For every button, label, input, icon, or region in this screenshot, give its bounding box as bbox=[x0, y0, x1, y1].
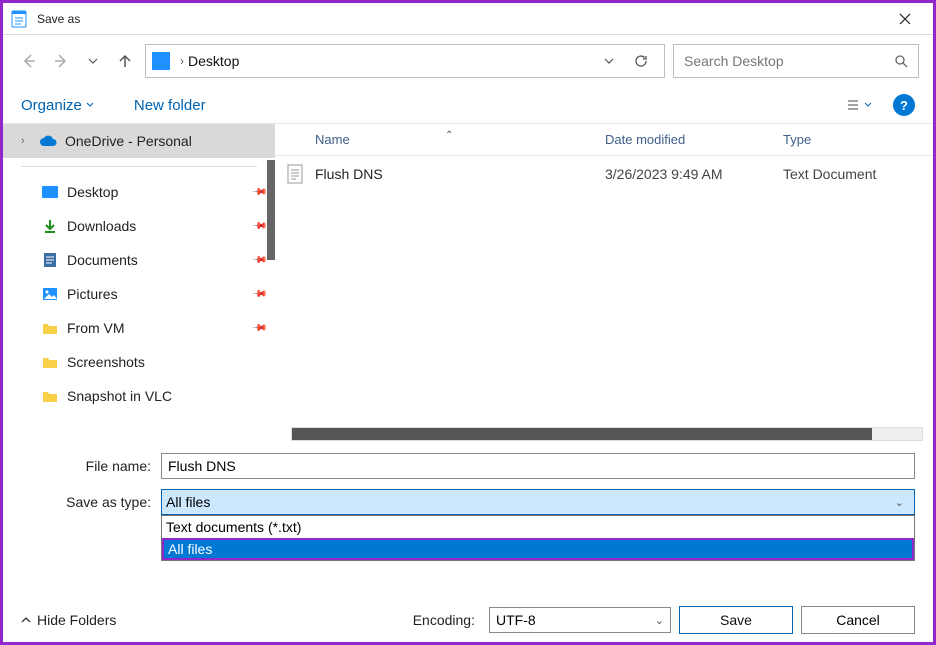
sidebar-item-label: OneDrive - Personal bbox=[65, 133, 192, 149]
sidebar-item-label: Documents bbox=[67, 252, 138, 268]
list-icon bbox=[846, 98, 860, 112]
file-type: Text Document bbox=[783, 166, 933, 182]
desktop-icon bbox=[41, 183, 59, 201]
divider bbox=[21, 166, 257, 167]
pin-icon: 📌 bbox=[250, 184, 267, 201]
text-file-icon bbox=[275, 164, 315, 184]
sidebar-item-documents[interactable]: Documents 📌 bbox=[3, 243, 275, 277]
sidebar-item-label: Screenshots bbox=[67, 354, 145, 370]
folder-icon bbox=[41, 319, 59, 337]
save-type-dropdown: Text documents (*.txt) All files bbox=[161, 515, 915, 561]
pin-icon: 📌 bbox=[250, 320, 267, 337]
save-type-label: Save as type: bbox=[21, 494, 161, 510]
cloud-icon bbox=[39, 132, 57, 150]
chevron-right-icon: › bbox=[180, 54, 184, 68]
encoding-label: Encoding: bbox=[413, 612, 481, 628]
search-input[interactable] bbox=[684, 53, 894, 69]
encoding-value: UTF-8 bbox=[496, 612, 536, 628]
pin-icon: 📌 bbox=[250, 218, 267, 235]
close-button[interactable] bbox=[885, 5, 925, 33]
chevron-down-icon bbox=[864, 101, 872, 109]
organize-label: Organize bbox=[21, 97, 82, 114]
file-name-label: File name: bbox=[21, 458, 161, 474]
encoding-select[interactable]: UTF-8 ⌄ bbox=[489, 607, 671, 633]
hide-folders-label: Hide Folders bbox=[37, 612, 116, 628]
chevron-up-icon bbox=[21, 615, 31, 625]
file-list-pane: Name ⌃ Date modified Type Flush DNS 3/26… bbox=[275, 124, 933, 441]
organize-menu[interactable]: Organize bbox=[21, 97, 94, 114]
column-date[interactable]: Date modified bbox=[605, 132, 783, 147]
folder-icon bbox=[41, 387, 59, 405]
save-button[interactable]: Save bbox=[679, 606, 793, 634]
save-type-value: All files bbox=[166, 494, 210, 510]
footer: File name: Save as type: All files ⌄ Tex… bbox=[3, 441, 933, 515]
column-name[interactable]: Name ⌃ bbox=[275, 132, 605, 147]
download-icon bbox=[41, 217, 59, 235]
location-icon bbox=[152, 52, 170, 70]
window-title: Save as bbox=[37, 12, 80, 26]
search-box[interactable] bbox=[673, 44, 919, 78]
document-icon bbox=[41, 251, 59, 269]
sidebar-item-pictures[interactable]: Pictures 📌 bbox=[3, 277, 275, 311]
hide-folders-button[interactable]: Hide Folders bbox=[21, 612, 116, 628]
save-type-select[interactable]: All files ⌄ bbox=[161, 489, 915, 515]
file-row[interactable]: Flush DNS 3/26/2023 9:49 AM Text Documen… bbox=[275, 156, 933, 192]
up-button[interactable] bbox=[113, 49, 137, 73]
sidebar-item-label: Snapshot in VLC bbox=[67, 388, 172, 404]
titlebar: Save as bbox=[3, 3, 933, 35]
sidebar-item-snapshot[interactable]: Snapshot in VLC bbox=[3, 379, 275, 413]
navigation-pane: › OneDrive - Personal Desktop 📌 Download… bbox=[3, 124, 275, 441]
view-menu[interactable] bbox=[839, 93, 879, 117]
sidebar-scrollbar[interactable] bbox=[267, 160, 275, 260]
file-date: 3/26/2023 9:49 AM bbox=[605, 166, 783, 182]
notepad-icon bbox=[11, 10, 29, 28]
back-button[interactable] bbox=[17, 49, 41, 73]
sidebar-item-fromvm[interactable]: From VM 📌 bbox=[3, 311, 275, 345]
navigation-row: › Desktop bbox=[3, 35, 933, 87]
sidebar-item-onedrive[interactable]: › OneDrive - Personal bbox=[3, 124, 275, 158]
help-button[interactable]: ? bbox=[893, 94, 915, 116]
column-type[interactable]: Type bbox=[783, 132, 933, 147]
toolbar: Organize New folder ? bbox=[3, 87, 933, 123]
pin-icon: 📌 bbox=[250, 286, 267, 303]
new-folder-button[interactable]: New folder bbox=[134, 97, 206, 114]
bottom-bar: Hide Folders Encoding: UTF-8 ⌄ Save Canc… bbox=[3, 598, 933, 642]
pictures-icon bbox=[41, 285, 59, 303]
chevron-down-icon bbox=[86, 101, 94, 109]
chevron-right-icon: › bbox=[21, 135, 31, 147]
recent-dropdown[interactable] bbox=[81, 49, 105, 73]
sidebar-item-downloads[interactable]: Downloads 📌 bbox=[3, 209, 275, 243]
file-name-input[interactable] bbox=[161, 453, 915, 479]
forward-button[interactable] bbox=[49, 49, 73, 73]
refresh-button[interactable] bbox=[624, 44, 658, 78]
search-icon bbox=[894, 54, 908, 68]
folder-icon bbox=[41, 353, 59, 371]
sidebar-item-label: Pictures bbox=[67, 286, 118, 302]
dropdown-option[interactable]: Text documents (*.txt) bbox=[162, 516, 914, 538]
cancel-button[interactable]: Cancel bbox=[801, 606, 915, 634]
breadcrumb-dropdown[interactable] bbox=[604, 56, 614, 66]
chevron-down-icon: ⌄ bbox=[655, 614, 664, 627]
sidebar-item-desktop[interactable]: Desktop 📌 bbox=[3, 175, 275, 209]
column-headers: Name ⌃ Date modified Type bbox=[275, 124, 933, 156]
main-area: › OneDrive - Personal Desktop 📌 Download… bbox=[3, 123, 933, 441]
chevron-down-icon: ⌄ bbox=[895, 496, 910, 509]
breadcrumb-location: Desktop bbox=[188, 53, 239, 69]
address-bar[interactable]: › Desktop bbox=[145, 44, 665, 78]
dropdown-option-selected[interactable]: All files bbox=[162, 538, 914, 560]
sidebar-item-label: From VM bbox=[67, 320, 125, 336]
sidebar-item-label: Downloads bbox=[67, 218, 136, 234]
sort-indicator-icon: ⌃ bbox=[445, 130, 453, 141]
pin-icon: 📌 bbox=[250, 252, 267, 269]
horizontal-scrollbar[interactable] bbox=[291, 427, 923, 441]
sidebar-item-screenshots[interactable]: Screenshots bbox=[3, 345, 275, 379]
sidebar-item-label: Desktop bbox=[67, 184, 118, 200]
file-name: Flush DNS bbox=[315, 166, 605, 182]
